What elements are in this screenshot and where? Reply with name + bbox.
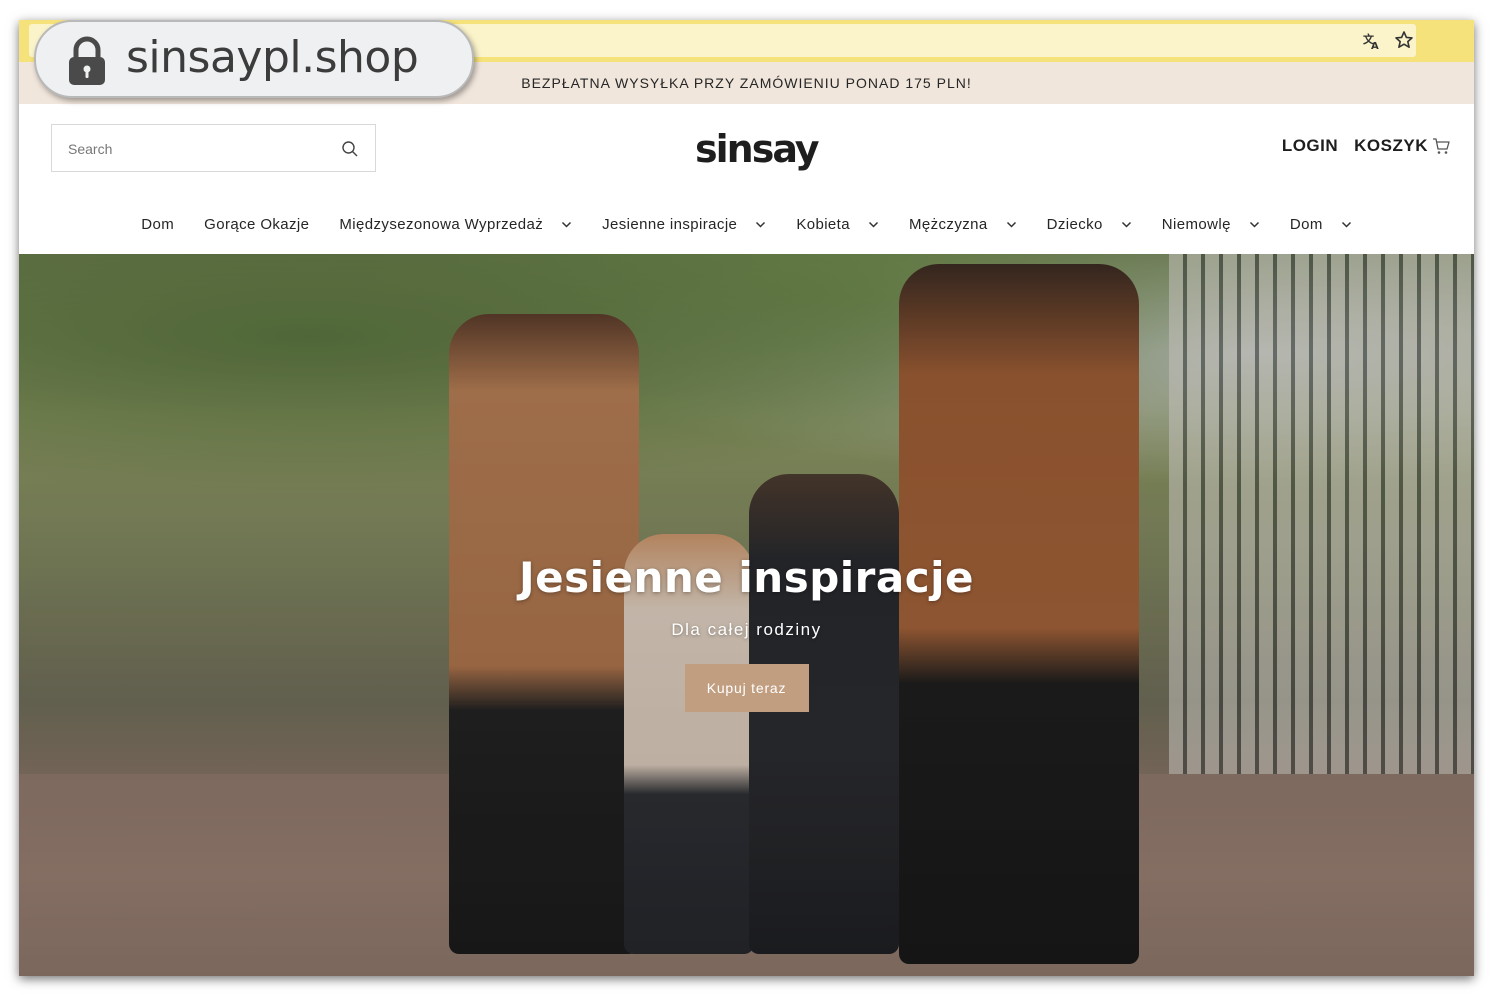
search-box [51, 124, 376, 173]
nav-item-label: Międzysezonowa Wyprzedaż [339, 215, 544, 233]
chevron-down-icon [1121, 221, 1131, 228]
hero-subtitle: Dla całej rodziny [671, 620, 822, 639]
nav-item-jesienne-inspiracje[interactable]: Jesienne inspiracje [587, 216, 781, 233]
chevron-down-icon [868, 221, 879, 228]
nav-item-dom[interactable]: Dom [126, 216, 189, 233]
nav-item-label: Dom [1289, 215, 1323, 233]
sinsay-logo[interactable]: sinsay [695, 124, 820, 174]
cart-link[interactable]: KOSZYK [1354, 136, 1450, 156]
nav-item-niemowle[interactable]: Niemowlę [1147, 216, 1275, 233]
nav-item-label: Jesienne inspiracje [602, 215, 738, 233]
nav-item-mezczyzna[interactable]: Mężczyzna [894, 216, 1032, 233]
cart-icon [1433, 138, 1450, 154]
nav-item-label: Dom [141, 215, 175, 233]
nav-item-label: Mężczyzna [909, 215, 988, 233]
search-input[interactable] [52, 125, 340, 173]
chevron-down-icon [1006, 221, 1016, 228]
star-icon[interactable] [1394, 30, 1414, 50]
nav-item-dom-2[interactable]: Dom [1275, 216, 1367, 233]
nav-item-label: Niemowlę [1161, 215, 1231, 233]
cart-label: KOSZYK [1354, 136, 1428, 155]
shop-now-button[interactable]: Kupuj teraz [684, 664, 809, 712]
browser-window: 文 A BEZPŁATNA WYSYŁKA PRZY ZAMÓWIENIU PO… [19, 20, 1474, 976]
nav-item-label: Kobieta [796, 215, 850, 233]
chevron-down-icon [1249, 221, 1259, 228]
nav-item-label: Dziecko [1046, 215, 1103, 233]
header-actions: LOGIN KOSZYK [1282, 136, 1450, 156]
hero-title: Jesienne inspiracje [519, 553, 974, 602]
chevron-down-icon [562, 221, 572, 228]
nav-item-label: Gorące Okazje [204, 215, 310, 233]
hero-banner: Jesienne inspiracje Dla całej rodziny Ku… [19, 254, 1474, 976]
site-header: sinsay LOGIN KOSZYK Dom Gorące Okazje Mi… [19, 104, 1474, 254]
chevron-down-icon [756, 221, 766, 228]
search-icon[interactable] [341, 140, 359, 158]
login-link[interactable]: LOGIN [1282, 136, 1338, 156]
nav-item-wyprzedaz[interactable]: Międzysezonowa Wyprzedaż [324, 216, 587, 233]
hero-content: Jesienne inspiracje Dla całej rodziny Ku… [19, 550, 1474, 712]
main-nav: Dom Gorące Okazje Międzysezonowa Wyprzed… [19, 204, 1474, 244]
domain-callout: sinsaypl.shop [34, 20, 474, 98]
lock-icon [69, 36, 105, 85]
nav-item-dziecko[interactable]: Dziecko [1032, 216, 1147, 233]
domain-text: sinsaypl.shop [126, 32, 419, 83]
svg-text:A: A [1371, 41, 1379, 51]
nav-item-gorace-okazje[interactable]: Gorące Okazje [189, 216, 324, 233]
translate-icon[interactable]: 文 A [1362, 31, 1382, 51]
chevron-down-icon [1341, 221, 1351, 228]
announcement-text: BEZPŁATNA WYSYŁKA PRZY ZAMÓWIENIU PONAD … [521, 75, 972, 91]
nav-item-kobieta[interactable]: Kobieta [781, 216, 894, 233]
